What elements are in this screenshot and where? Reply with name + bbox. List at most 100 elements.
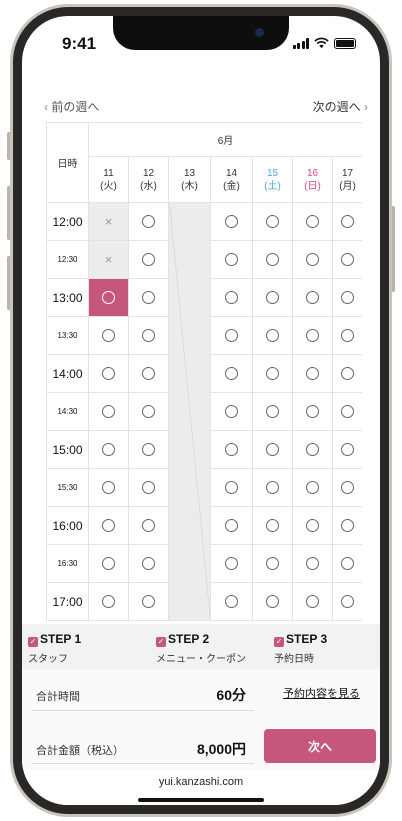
slot-available[interactable] <box>88 582 129 621</box>
slot-available[interactable] <box>252 506 293 545</box>
slot-available[interactable] <box>252 582 293 621</box>
divider <box>32 763 254 764</box>
slot-available[interactable] <box>88 506 129 545</box>
day-weekday: (土) <box>264 180 281 192</box>
slot-available[interactable] <box>128 392 169 431</box>
slot-available[interactable] <box>252 202 293 241</box>
slot-available[interactable] <box>292 354 333 393</box>
slot-available[interactable] <box>292 506 333 545</box>
phone-screen: 9:41 ‹ 前の週へ 次の週へ › 日時 6月 11 (火) 12 (水) 1… <box>22 16 380 805</box>
status-icons <box>292 37 356 49</box>
slot-available[interactable] <box>252 544 293 583</box>
circle-icon <box>142 252 155 266</box>
slot-available[interactable] <box>331 582 362 621</box>
total-time-label: 合計時間 <box>36 691 80 703</box>
circle-icon <box>225 442 238 456</box>
slot-selected[interactable] <box>88 278 129 317</box>
slot-available[interactable] <box>292 392 333 431</box>
slot-available[interactable] <box>128 316 169 355</box>
slot-available[interactable] <box>292 316 333 355</box>
circle-icon <box>225 480 238 494</box>
slot-available[interactable] <box>252 354 293 393</box>
slot-available[interactable] <box>128 202 169 241</box>
slot-available[interactable] <box>252 468 293 507</box>
slot-available[interactable] <box>210 506 253 545</box>
slot-available[interactable] <box>331 544 362 583</box>
circle-icon <box>102 290 115 304</box>
slot-available[interactable] <box>210 354 253 393</box>
slot-available[interactable] <box>210 316 253 355</box>
slot-available[interactable] <box>88 544 129 583</box>
next-week-link[interactable]: 次の週へ › <box>313 98 368 115</box>
slot-available[interactable] <box>210 202 253 241</box>
slot-available[interactable] <box>331 354 362 393</box>
slot-available[interactable] <box>210 544 253 583</box>
slot-available[interactable] <box>252 316 293 355</box>
slot-available[interactable] <box>128 582 169 621</box>
slot-available[interactable] <box>210 392 253 431</box>
slot-available[interactable] <box>331 202 362 241</box>
slot-available[interactable] <box>88 354 129 393</box>
time-row: 12:00 × <box>46 202 362 621</box>
slot-available[interactable] <box>252 392 293 431</box>
slot-available[interactable] <box>292 468 333 507</box>
check-icon: ✓ <box>156 637 166 647</box>
slot-available[interactable] <box>128 506 169 545</box>
slot-available[interactable] <box>128 430 169 469</box>
chevron-right-icon: › <box>364 100 368 114</box>
slot-available[interactable] <box>252 240 293 279</box>
slot-available[interactable] <box>128 544 169 583</box>
slot-available[interactable] <box>88 316 129 355</box>
slot-available[interactable] <box>331 316 362 355</box>
slot-available[interactable] <box>210 240 253 279</box>
circle-icon <box>225 556 238 570</box>
circle-icon <box>225 252 238 266</box>
circle-icon <box>142 480 155 494</box>
step-3: ✓ STEP 3 予約日時 <box>274 632 328 665</box>
circle-icon <box>142 518 155 532</box>
time-label: 15:00 <box>46 430 89 469</box>
slot-available[interactable] <box>331 392 362 431</box>
check-icon: ✓ <box>28 637 38 647</box>
slot-available[interactable] <box>292 430 333 469</box>
view-booking-details-link[interactable]: 予約内容を見る <box>283 685 360 701</box>
slot-available[interactable] <box>128 240 169 279</box>
slot-available[interactable] <box>331 506 362 545</box>
slot-available[interactable] <box>331 430 362 469</box>
slot-available[interactable] <box>88 392 129 431</box>
next-button[interactable]: 次へ <box>264 729 376 763</box>
circle-icon <box>225 328 238 342</box>
closed-day-column <box>168 202 211 621</box>
camera-icon <box>255 28 264 37</box>
step-2: ✓ STEP 2 メニュー・クーポン <box>156 632 246 665</box>
slot-available[interactable] <box>292 278 333 317</box>
circle-icon <box>341 404 355 418</box>
circle-icon <box>266 594 279 608</box>
slot-available[interactable] <box>210 278 253 317</box>
slot-available[interactable] <box>292 240 333 279</box>
slot-available[interactable] <box>331 278 362 317</box>
day-weekday: (火) <box>100 180 117 192</box>
slot-available[interactable] <box>252 430 293 469</box>
slot-available[interactable] <box>292 202 333 241</box>
slot-available[interactable] <box>210 468 253 507</box>
slot-available[interactable] <box>128 278 169 317</box>
slot-available[interactable] <box>88 430 129 469</box>
circle-icon <box>102 442 115 456</box>
circle-icon <box>306 366 319 380</box>
circle-icon <box>102 366 115 380</box>
slot-available[interactable] <box>88 468 129 507</box>
prev-week-link[interactable]: ‹ 前の週へ <box>44 98 99 115</box>
slot-available[interactable] <box>331 468 362 507</box>
check-icon: ✓ <box>274 637 284 647</box>
slot-available[interactable] <box>210 430 253 469</box>
slot-available[interactable] <box>128 468 169 507</box>
slot-available[interactable] <box>128 354 169 393</box>
slot-available[interactable] <box>292 544 333 583</box>
slot-available[interactable] <box>210 582 253 621</box>
circle-icon <box>306 556 319 570</box>
slot-available[interactable] <box>292 582 333 621</box>
circle-icon <box>142 214 155 228</box>
slot-available[interactable] <box>252 278 293 317</box>
slot-available[interactable] <box>331 240 362 279</box>
